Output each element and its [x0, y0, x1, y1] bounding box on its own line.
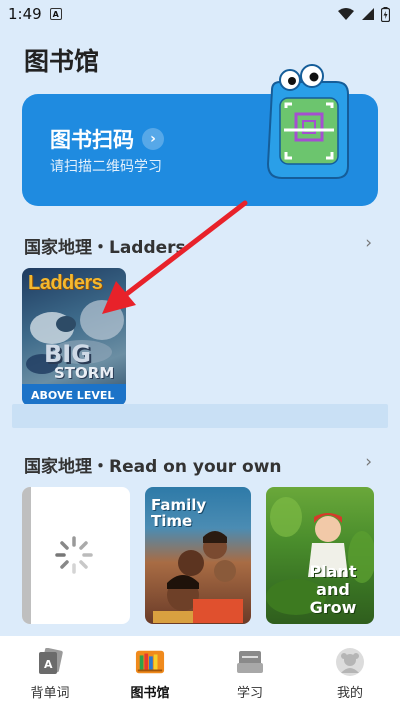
book-title: Family Time — [151, 496, 207, 530]
family-photo-image — [153, 531, 243, 623]
page-title: 图书馆 — [24, 47, 100, 76]
shelf-divider — [12, 404, 388, 428]
chevron-right-icon: › — [142, 128, 164, 150]
nav-label-vocabulary: 背单词 — [30, 686, 70, 701]
book-level-badge: ABOVE LEVEL — [22, 384, 126, 406]
avatar-icon — [335, 648, 365, 676]
nav-label-profile: 我的 — [336, 686, 363, 701]
ladders-logo: Ladders — [28, 272, 103, 294]
book-title: Plant and Grow — [309, 562, 357, 617]
section-title-ladders[interactable]: 国家地理・Ladders — [24, 233, 186, 258]
nav-item-study[interactable]: 学习 — [200, 636, 300, 710]
bottom-nav: A 背单词 图书馆 学习 我的 — [0, 636, 400, 710]
nav-item-profile[interactable]: 我的 — [300, 636, 400, 710]
svg-text:A: A — [44, 658, 53, 671]
nav-item-vocabulary[interactable]: A 背单词 — [0, 636, 100, 710]
book-cover-loading[interactable] — [22, 487, 130, 624]
book-cover-plant-and-grow[interactable]: Plant and Grow — [266, 487, 374, 624]
chevron-right-icon[interactable]: › — [365, 452, 372, 472]
scan-card-subtitle: 请扫描二维码学习 — [50, 159, 162, 175]
battery-icon — [381, 6, 390, 22]
status-bar: 1:49 A — [0, 0, 400, 28]
status-icons — [337, 6, 390, 22]
book-cover-big-storm[interactable]: Ladders BIG STORM ABOVE LEVEL — [22, 268, 126, 406]
book-spine — [22, 487, 31, 624]
bookshelf-icon — [135, 648, 165, 676]
section-title-read-on-your-own[interactable]: 国家地理・Read on your own — [24, 452, 282, 477]
book-cover-family-time[interactable]: Family Time — [145, 487, 251, 624]
loading-spinner-icon — [55, 536, 93, 574]
qr-scanner-mascot-icon — [266, 64, 349, 179]
study-icon — [235, 648, 265, 676]
book-title-line2: STORM — [54, 364, 115, 382]
nav-label-library: 图书馆 — [130, 686, 170, 701]
nav-item-library[interactable]: 图书馆 — [100, 636, 200, 710]
notification-a-icon: A — [49, 8, 62, 20]
scan-card-title: 图书扫码 › — [50, 124, 164, 154]
signal-icon — [362, 8, 374, 20]
nav-label-study: 学习 — [236, 686, 263, 701]
status-time: 1:49 — [8, 5, 42, 23]
chevron-right-icon[interactable]: › — [365, 233, 372, 253]
wifi-icon — [338, 8, 354, 20]
flashcard-icon: A — [35, 648, 65, 676]
scan-card-title-text: 图书扫码 — [50, 128, 134, 152]
